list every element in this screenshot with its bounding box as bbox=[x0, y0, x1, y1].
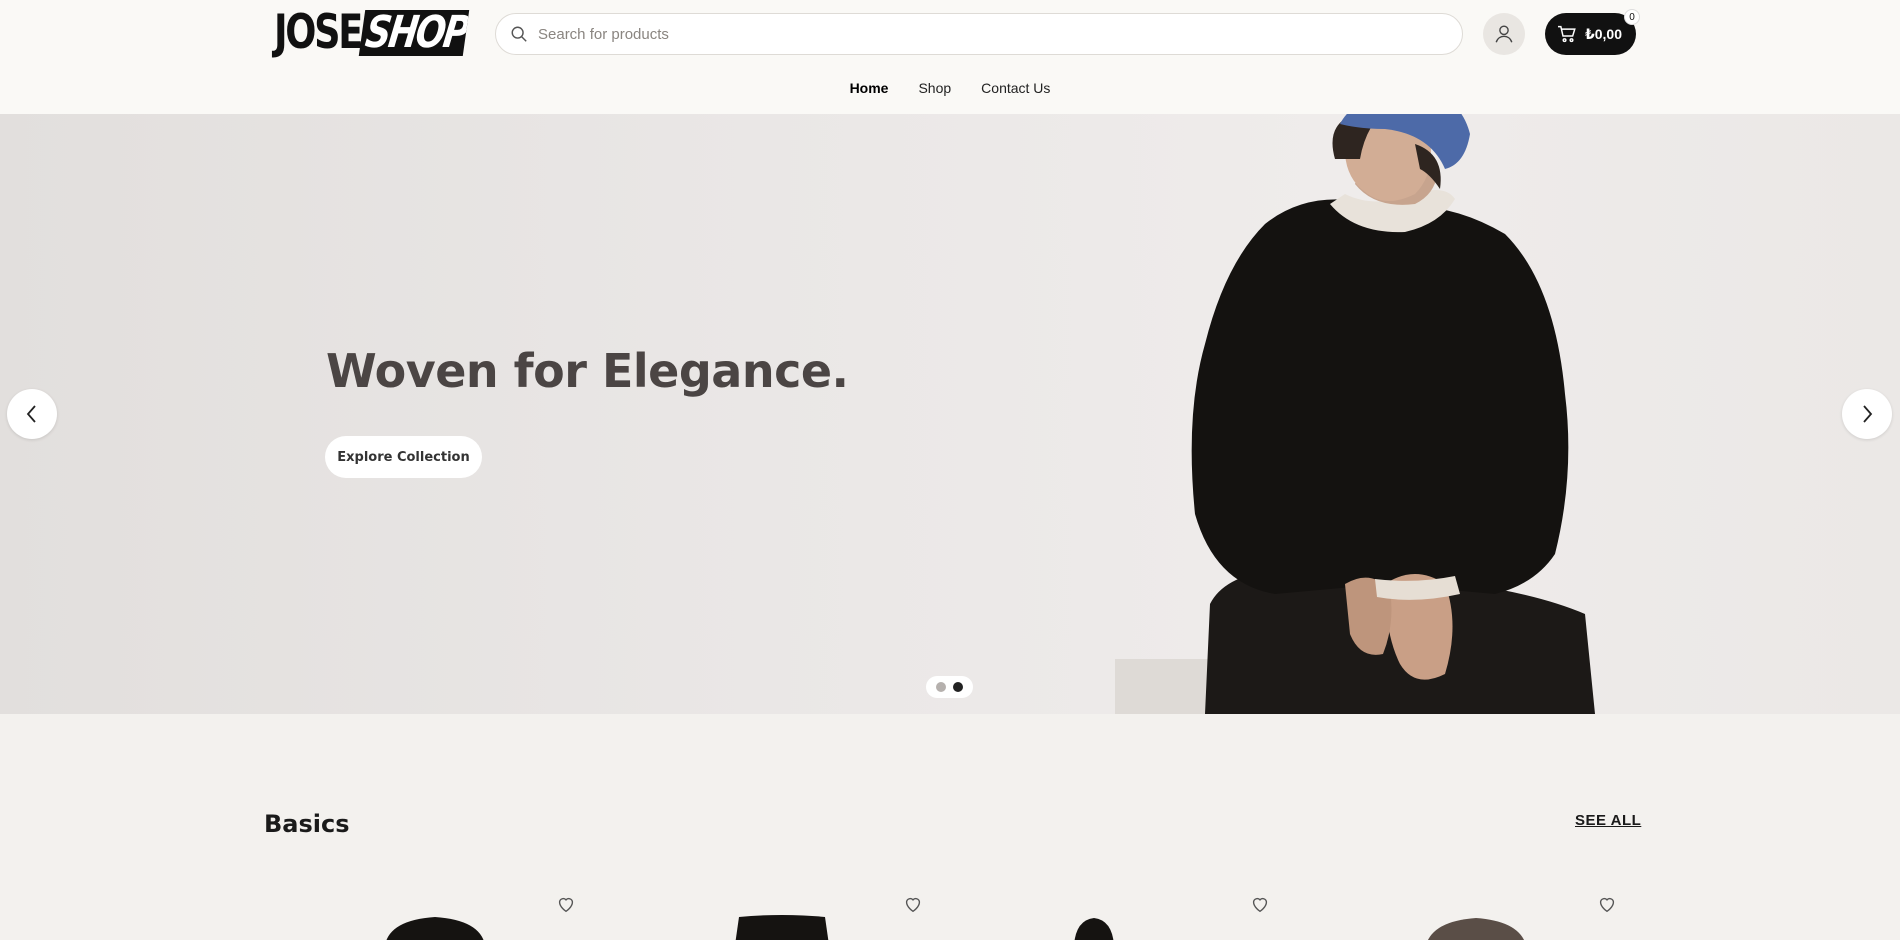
product-card[interactable] bbox=[1004, 885, 1304, 940]
main-nav: Home Shop Contact Us bbox=[0, 80, 1900, 96]
product-card[interactable] bbox=[310, 885, 610, 940]
logo-text-jose: JOSE bbox=[274, 5, 363, 60]
heart-icon[interactable] bbox=[902, 893, 924, 915]
slider-prev-button[interactable] bbox=[7, 389, 57, 439]
hero-title: Woven for Elegance. bbox=[326, 344, 849, 398]
search-bar[interactable] bbox=[495, 13, 1463, 55]
slider-dot-2[interactable] bbox=[953, 682, 963, 692]
hero-model-image bbox=[1115, 114, 1595, 714]
product-card[interactable] bbox=[1351, 885, 1651, 940]
logo-text-shop: SHOP bbox=[358, 10, 470, 56]
cart-total: ₺0,00 bbox=[1585, 25, 1622, 42]
site-logo[interactable]: JOSE SHOP bbox=[274, 5, 470, 60]
heart-icon[interactable] bbox=[555, 893, 577, 915]
slider-next-button[interactable] bbox=[1842, 389, 1892, 439]
product-card[interactable] bbox=[657, 885, 957, 940]
cart-icon bbox=[1558, 25, 1576, 43]
section-title-basics: Basics bbox=[264, 810, 350, 838]
product-image bbox=[1427, 918, 1525, 940]
chevron-right-icon bbox=[1863, 405, 1873, 423]
see-all-link[interactable]: SEE ALL bbox=[1575, 812, 1641, 829]
cart-count-badge: 0 bbox=[1624, 9, 1640, 25]
nav-item-home[interactable]: Home bbox=[850, 80, 889, 96]
user-icon bbox=[1495, 25, 1513, 43]
slider-dot-1[interactable] bbox=[936, 682, 946, 692]
product-image bbox=[735, 915, 829, 940]
search-icon bbox=[511, 26, 527, 42]
search-input[interactable] bbox=[538, 25, 1418, 43]
nav-item-contact-us[interactable]: Contact Us bbox=[981, 80, 1050, 96]
product-image bbox=[1074, 918, 1114, 940]
site-header: JOSE SHOP ₺0,00 0 Home Shop Contact Us bbox=[0, 0, 1900, 114]
account-button[interactable] bbox=[1483, 13, 1525, 55]
heart-icon[interactable] bbox=[1596, 893, 1618, 915]
hero-slider: Woven for Elegance. Explore Collection bbox=[0, 114, 1900, 714]
chevron-left-icon bbox=[26, 405, 36, 423]
cart-button[interactable]: ₺0,00 bbox=[1545, 13, 1636, 55]
nav-item-shop[interactable]: Shop bbox=[918, 80, 951, 96]
heart-icon[interactable] bbox=[1249, 893, 1271, 915]
explore-collection-button[interactable]: Explore Collection bbox=[325, 436, 482, 478]
slider-pagination bbox=[926, 676, 973, 698]
product-image bbox=[386, 917, 484, 940]
